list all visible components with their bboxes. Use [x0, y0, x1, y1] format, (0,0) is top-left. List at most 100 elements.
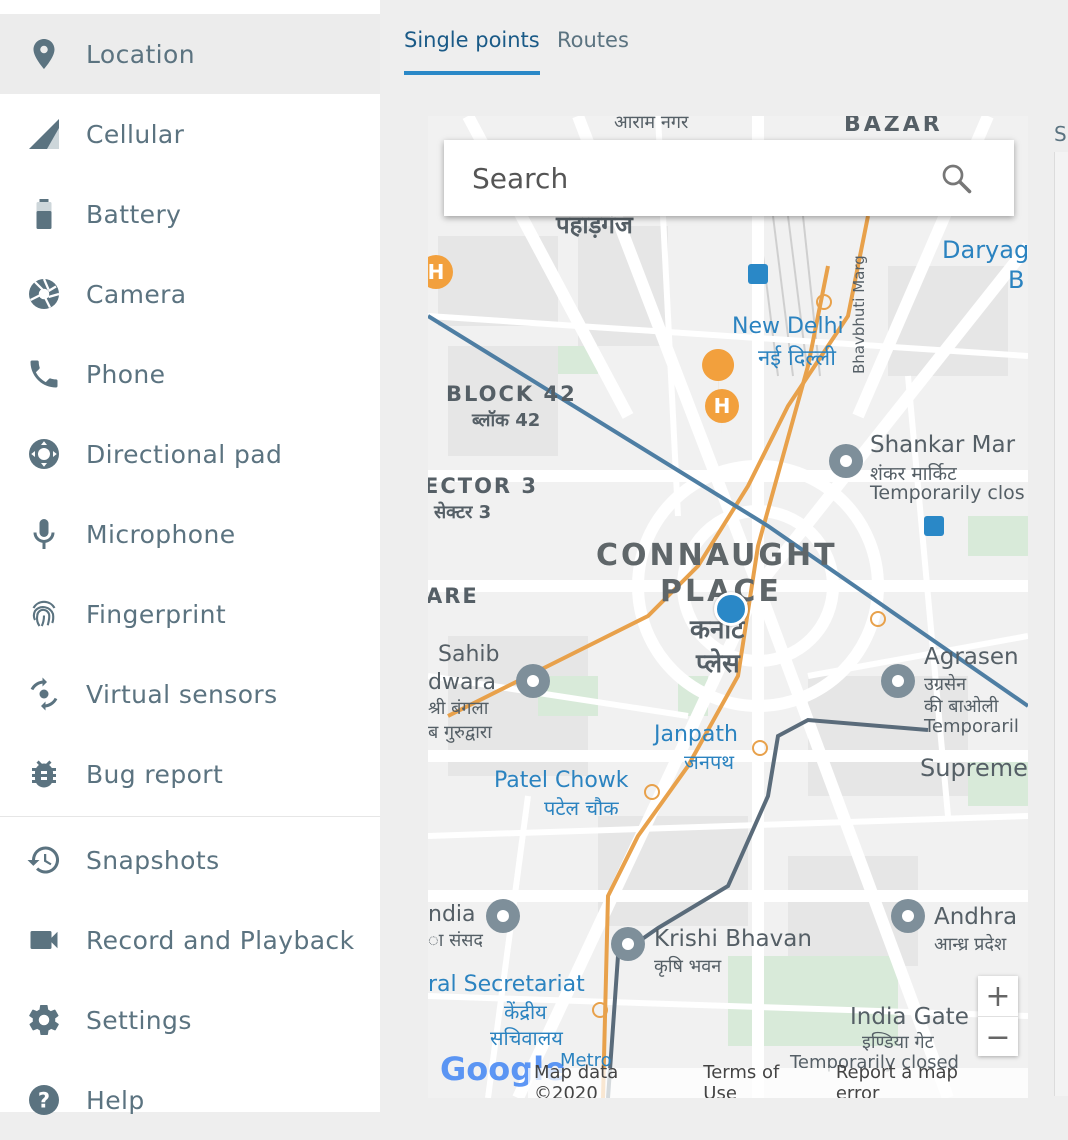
map-label-connaught: CONNAUGHT	[596, 538, 838, 573]
map-search-box	[444, 140, 1014, 216]
map-label: Shankar Mar	[870, 432, 1016, 458]
camera-aperture-icon	[24, 274, 64, 314]
sidebar-divider	[0, 816, 380, 817]
map-label: की बाओली	[924, 696, 999, 717]
sidebar-item-label: Phone	[86, 359, 166, 389]
right-panel	[1054, 152, 1068, 1096]
dpad-icon	[24, 434, 64, 474]
map-label: ARE	[428, 584, 479, 608]
fingerprint-icon	[24, 594, 64, 634]
help-icon: ?	[24, 1080, 64, 1120]
bug-icon	[24, 754, 64, 794]
sidebar-item-microphone[interactable]: Microphone	[0, 494, 380, 574]
sidebar-item-bug-report[interactable]: Bug report	[0, 734, 380, 814]
map-label: प्लेस	[696, 649, 740, 679]
map-attribution: Map data ©2020 Terms of Use Report a map…	[528, 1062, 1028, 1098]
map-label: आराम नगर	[614, 116, 689, 133]
map-label: Janpath	[654, 722, 738, 747]
zoom-out-button[interactable]: −	[978, 1017, 1018, 1057]
map-label: New Delhi	[732, 314, 844, 339]
svg-text:H: H	[714, 394, 731, 418]
search-icon[interactable]	[938, 160, 974, 196]
tab-single-points[interactable]: Single points	[404, 28, 540, 52]
sidebar-item-label: Help	[86, 1085, 145, 1115]
svg-text:H: H	[428, 260, 444, 284]
phone-icon	[24, 354, 64, 394]
map-label: ब गुरुद्वारा	[428, 722, 492, 743]
sidebar-item-virtual-sensors[interactable]: Virtual sensors	[0, 654, 380, 734]
sidebar-item-label: Battery	[86, 199, 182, 229]
sidebar-item-phone[interactable]: Phone	[0, 334, 380, 414]
sidebar-item-label: Microphone	[86, 519, 236, 549]
map-label: Supreme	[920, 754, 1028, 782]
zoom-controls: + −	[978, 976, 1018, 1056]
map-data-credit: Map data ©2020	[534, 1062, 619, 1098]
map-label: जनपथ	[684, 750, 735, 774]
active-tab-indicator	[404, 71, 540, 75]
map-label: Temporaril	[924, 716, 1019, 737]
tab-routes[interactable]: Routes	[557, 28, 629, 52]
map-label: BAZAR	[844, 116, 943, 137]
map-label: BLOCK 42	[446, 382, 577, 406]
sidebar-item-help[interactable]: ? Help	[0, 1060, 380, 1140]
map-label: उग्रसेन	[924, 674, 967, 695]
sidebar-item-label: Camera	[86, 279, 187, 309]
map-label: ral Secretariat	[428, 972, 585, 997]
sidebar-item-label: Settings	[86, 1005, 192, 1035]
map-label: Andhra	[934, 904, 1018, 930]
sidebar-item-camera[interactable]: Camera	[0, 254, 380, 334]
sidebar-item-cellular[interactable]: Cellular	[0, 94, 380, 174]
map-label: Sahib	[438, 642, 500, 667]
sidebar-item-label: Cellular	[86, 119, 185, 149]
current-location-marker[interactable]	[714, 592, 748, 626]
map-label: कृषि भवन	[654, 956, 722, 977]
map-label: ब्लॉक 42	[472, 410, 541, 431]
sidebar-item-label: Snapshots	[86, 845, 220, 875]
map-label: केंद्रीय	[504, 1000, 547, 1024]
sidebar-item-label: Bug report	[86, 759, 224, 789]
right-panel-heading: Sa	[1054, 122, 1068, 146]
map-label: पटेल चौक	[544, 796, 619, 820]
svg-text:?: ?	[38, 1089, 50, 1113]
map-label: B	[1008, 266, 1025, 294]
sidebar-item-fingerprint[interactable]: Fingerprint	[0, 574, 380, 654]
map-label: Temporarily clos	[870, 482, 1025, 504]
report-map-error-link[interactable]: Report a map error	[836, 1062, 1000, 1098]
sidebar-item-label: Record and Playback	[86, 925, 355, 955]
map-label: ndia	[428, 902, 476, 927]
map-label: Daryag	[942, 236, 1028, 264]
sidebar-item-location[interactable]: Location	[0, 14, 380, 94]
sidebar-item-settings[interactable]: Settings	[0, 980, 380, 1060]
sidebar-item-dpad[interactable]: Directional pad	[0, 414, 380, 494]
map-label: Agrasen	[924, 644, 1019, 670]
map-label: Bhavbhuti Marg	[850, 255, 868, 374]
map-label: इण्डिया गेट	[862, 1032, 934, 1053]
sidebar-item-record-playback[interactable]: Record and Playback	[0, 900, 380, 980]
zoom-in-button[interactable]: +	[978, 976, 1018, 1016]
map-label: ECTOR 3	[428, 474, 539, 498]
search-input[interactable]	[470, 160, 914, 196]
map-label: India Gate	[850, 1004, 969, 1030]
map-label: dwara	[428, 670, 496, 695]
cellular-signal-icon	[24, 114, 64, 154]
map-view[interactable]: H H आराम नगर BAZAR पहाड़गंज Daryag B New…	[428, 116, 1028, 1098]
map-label: Krishi Bhavan	[654, 926, 812, 952]
map-label: आन्ध्र प्रदेश	[934, 934, 1007, 955]
sidebar-item-label: Virtual sensors	[86, 679, 278, 709]
microphone-icon	[24, 514, 64, 554]
gear-icon	[24, 1000, 64, 1040]
sidebar-item-snapshots[interactable]: Snapshots	[0, 820, 380, 900]
terms-of-use-link[interactable]: Terms of Use	[703, 1062, 814, 1098]
map-label: सचिवालय	[490, 1026, 563, 1050]
videocam-icon	[24, 920, 64, 960]
rotation-sensor-icon	[24, 674, 64, 714]
battery-icon	[24, 194, 64, 234]
map-label: श्री बंगला	[428, 698, 489, 719]
sidebar-item-label: Location	[86, 39, 195, 69]
history-icon	[24, 840, 64, 880]
sidebar-item-battery[interactable]: Battery	[0, 174, 380, 254]
sidebar-item-label: Fingerprint	[86, 599, 227, 629]
map-label: ा संसद	[428, 930, 483, 951]
location-pin-icon	[24, 34, 64, 74]
map-label: सेक्टर 3	[434, 502, 492, 523]
